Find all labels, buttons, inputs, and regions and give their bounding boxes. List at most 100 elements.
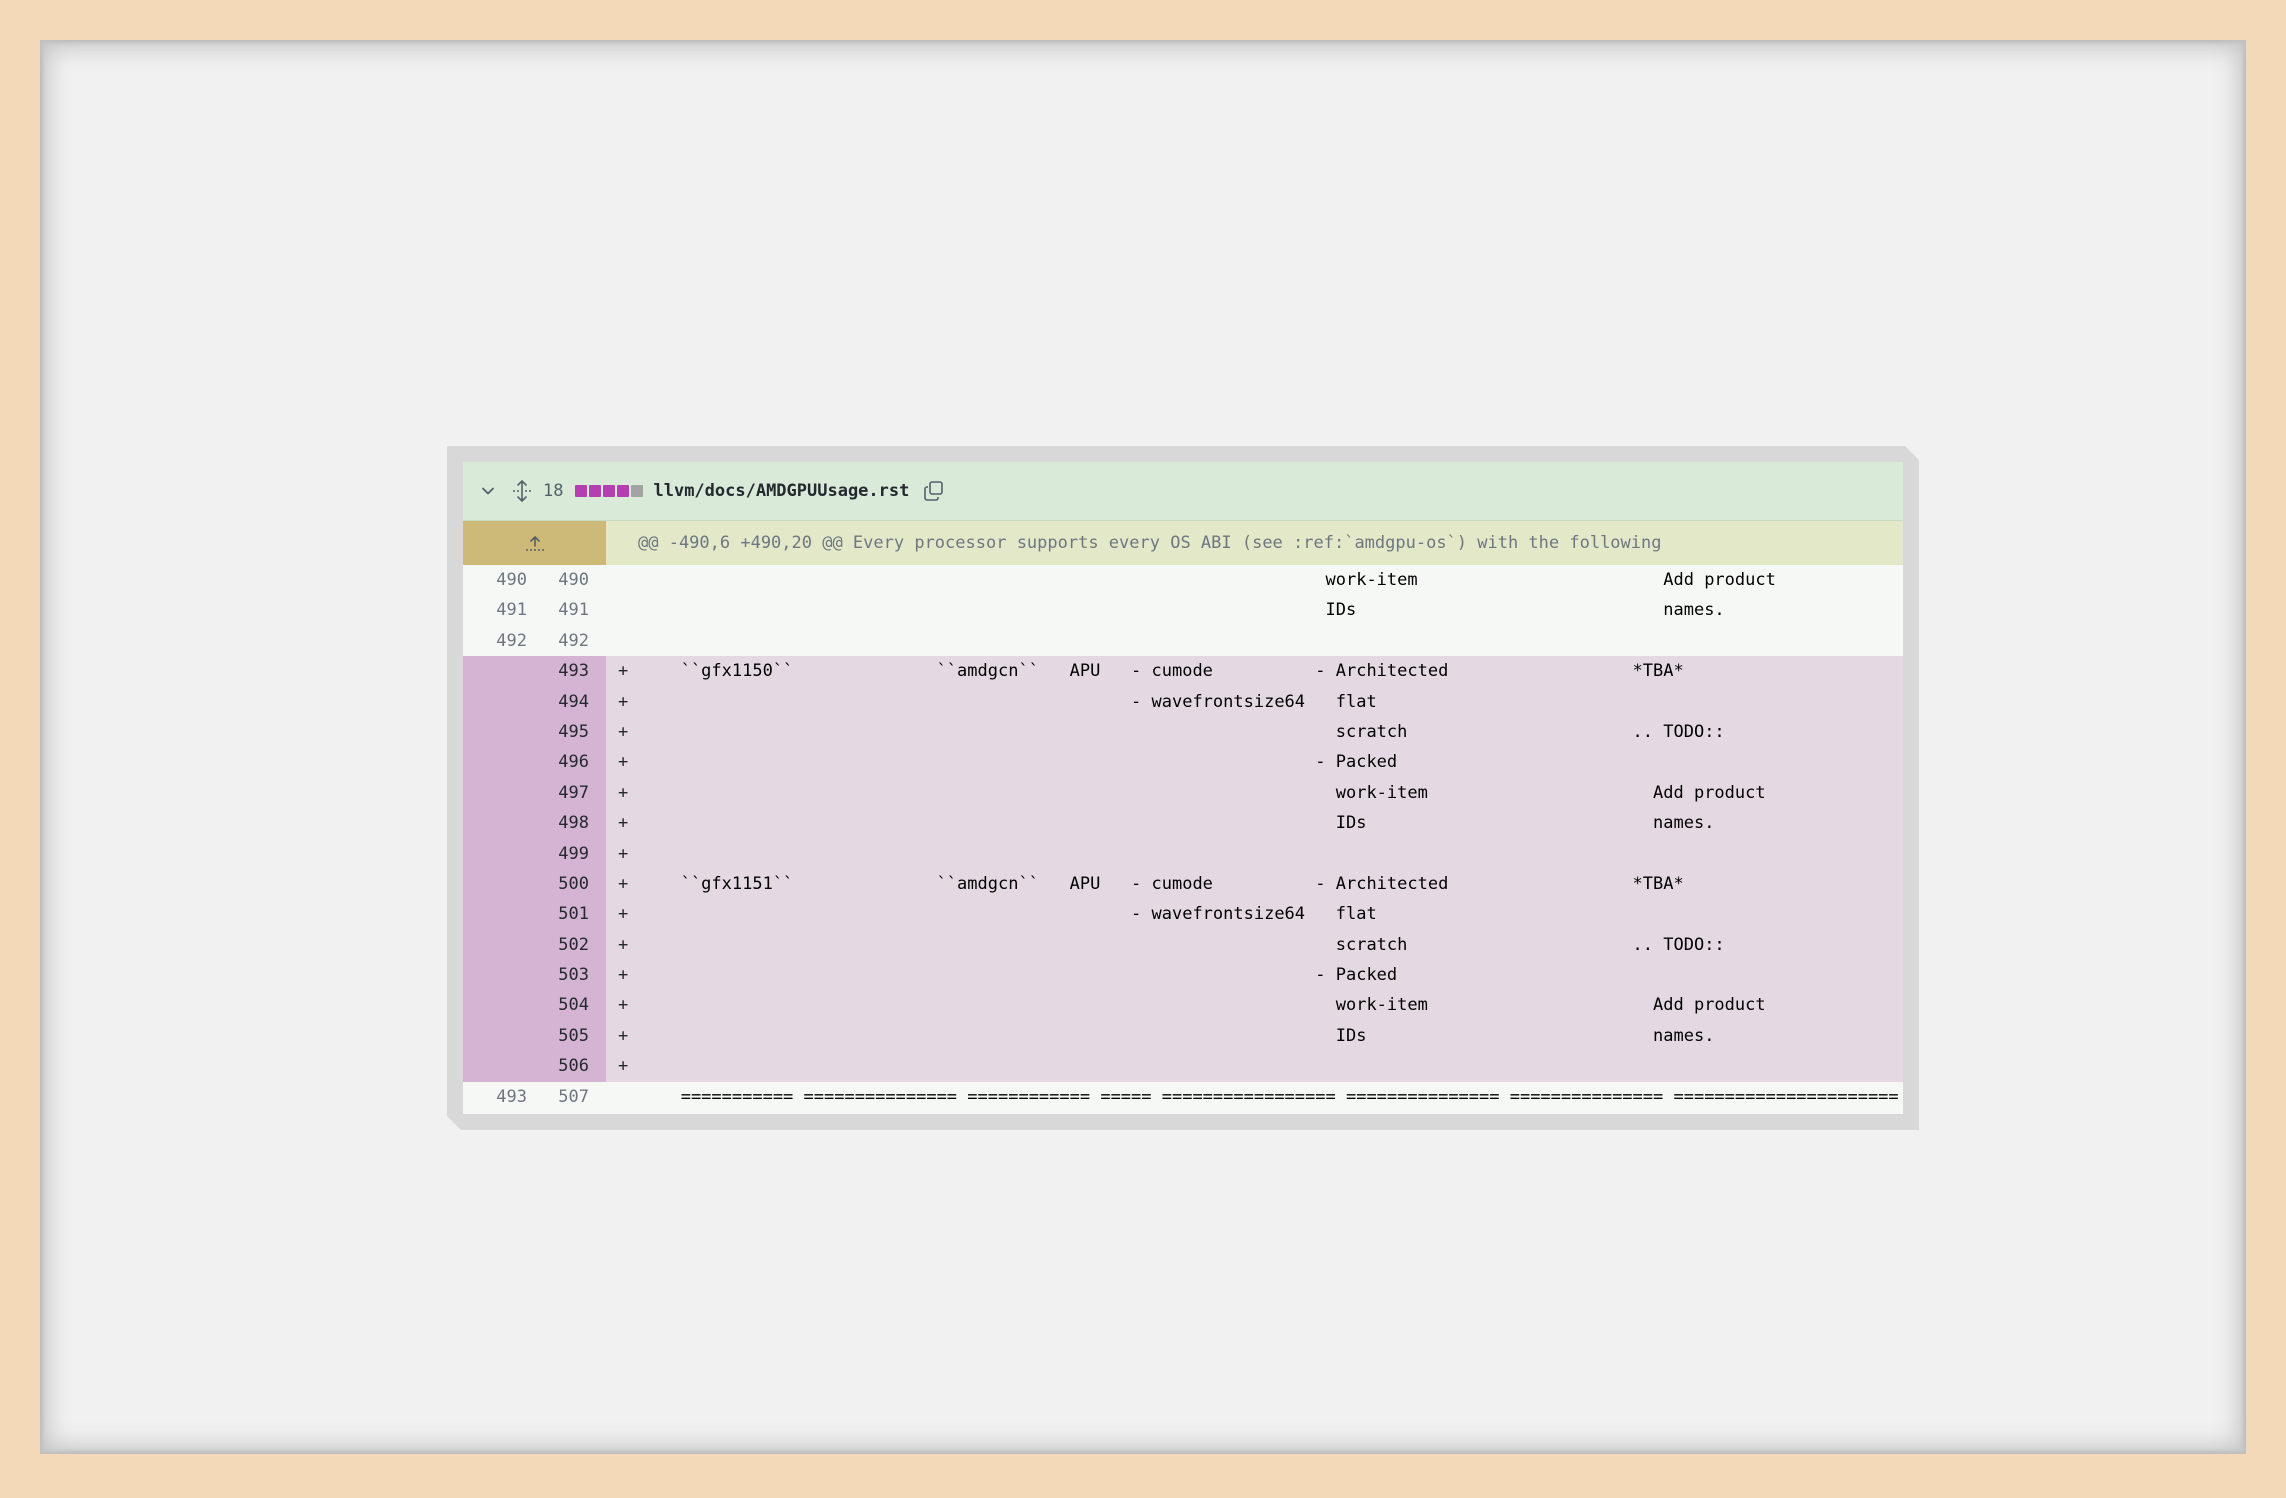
code-line: work-item Add product [650, 782, 1766, 803]
diff-line: 495 + scratch .. TODO:: [463, 717, 1903, 747]
diff-line: 499 + [463, 839, 1903, 869]
line-number-gutter: 502 [463, 930, 606, 960]
new-line-number[interactable]: 497 [527, 778, 589, 808]
diff-line: 502 + scratch .. TODO:: [463, 930, 1903, 960]
new-line-number[interactable]: 506 [527, 1051, 589, 1081]
line-number-gutter: 500 [463, 869, 606, 899]
old-line-number[interactable] [463, 839, 527, 869]
code-line: ``gfx1151`` ``amdgcn`` APU - cumode - Ar… [650, 873, 1684, 894]
line-number-gutter: 499 [463, 839, 606, 869]
copy-icon[interactable] [921, 478, 947, 504]
file-path[interactable]: llvm/docs/AMDGPUUsage.rst [653, 481, 909, 501]
diff-sign: + [618, 721, 629, 742]
diff-sign [606, 626, 640, 656]
diff-sign: + [618, 873, 629, 894]
line-number-gutter: 497 [463, 778, 606, 808]
old-line-number[interactable] [463, 899, 527, 929]
old-line-number[interactable] [463, 747, 527, 777]
new-line-number[interactable]: 503 [527, 960, 589, 990]
new-line-number[interactable]: 501 [527, 899, 589, 929]
diff-sign [606, 1082, 640, 1112]
old-line-number[interactable] [463, 930, 527, 960]
code-line: scratch .. TODO:: [650, 721, 1725, 742]
new-line-number[interactable]: 505 [527, 1021, 589, 1051]
new-line-number[interactable]: 499 [527, 839, 589, 869]
old-line-number[interactable]: 493 [463, 1082, 527, 1112]
code-line: - wavefrontsize64 flat [650, 691, 1377, 712]
old-line-number[interactable]: 491 [463, 595, 527, 625]
diffstat-bar [631, 485, 643, 497]
diff-sign: + [618, 752, 629, 773]
line-number-gutter: 501 [463, 899, 606, 929]
new-line-number[interactable]: 490 [527, 565, 589, 595]
line-number-gutter: 492 492 [463, 626, 606, 656]
old-line-number[interactable] [463, 687, 527, 717]
old-line-number[interactable] [463, 656, 527, 686]
file-header: 18 llvm/docs/AMDGPUUsage.rst [463, 462, 1903, 521]
line-number-gutter: 506 [463, 1051, 606, 1081]
diff-line: 498 + IDs names. [463, 808, 1903, 838]
diff-sign: + [618, 965, 629, 986]
code-line: work-item Add product [650, 995, 1766, 1016]
new-line-number[interactable]: 504 [527, 990, 589, 1020]
chevron-down-icon[interactable] [477, 480, 499, 502]
old-line-number[interactable]: 490 [463, 565, 527, 595]
diff-file-card: 18 llvm/docs/AMDGPUUsage.rst @@ -490,6 +… [463, 462, 1903, 1114]
new-line-number[interactable]: 492 [527, 626, 589, 656]
diff-lines: 490 490 work-item Add product 491 491 IDs [463, 565, 1903, 1112]
code-line: IDs names. [650, 1025, 1715, 1046]
new-line-number[interactable]: 496 [527, 747, 589, 777]
old-line-number[interactable] [463, 990, 527, 1020]
code-line: ``gfx1150`` ``amdgcn`` APU - cumode - Ar… [650, 661, 1684, 682]
hunk-header-row: @@ -490,6 +490,20 @@ Every processor sup… [463, 521, 1903, 565]
diff-line: 494 + - wavefrontsize64 flat [463, 687, 1903, 717]
old-line-number[interactable] [463, 717, 527, 747]
new-line-number[interactable]: 502 [527, 930, 589, 960]
line-number-gutter: 494 [463, 687, 606, 717]
new-line-number[interactable]: 507 [527, 1082, 589, 1112]
code-line: IDs names. [650, 813, 1715, 834]
diff-sign: + [618, 1056, 629, 1077]
line-number-gutter: 503 [463, 960, 606, 990]
diff-sign: + [618, 813, 629, 834]
new-line-number[interactable]: 491 [527, 595, 589, 625]
changes-count: 18 [543, 481, 564, 501]
diff-sign [606, 595, 640, 625]
line-number-gutter: 496 [463, 747, 606, 777]
diff-sign: + [618, 782, 629, 803]
old-line-number[interactable] [463, 1021, 527, 1051]
old-line-number[interactable] [463, 778, 527, 808]
diffstat-bar [603, 485, 615, 497]
new-line-number[interactable]: 493 [527, 656, 589, 686]
diff-line: 506 + [463, 1051, 1903, 1081]
old-line-number[interactable] [463, 1051, 527, 1081]
diff-sign: + [618, 661, 629, 682]
code-line: work-item Add product [650, 570, 1776, 590]
new-line-number[interactable]: 495 [527, 717, 589, 747]
picture-frame: 18 llvm/docs/AMDGPUUsage.rst @@ -490,6 +… [40, 40, 2246, 1454]
expand-up-button[interactable] [463, 521, 606, 565]
new-line-number[interactable]: 500 [527, 869, 589, 899]
move-vertical-icon[interactable] [509, 478, 535, 504]
new-line-number[interactable]: 498 [527, 808, 589, 838]
old-line-number[interactable] [463, 960, 527, 990]
diff-sign: + [618, 904, 629, 925]
diff-line: 500 + ``gfx1151`` ``amdgcn`` APU - cumode… [463, 869, 1903, 899]
diffstat-bar [589, 485, 601, 497]
diff-line: 497 + work-item Add product [463, 778, 1903, 808]
line-number-gutter: 505 [463, 1021, 606, 1051]
code-line: scratch .. TODO:: [650, 934, 1725, 955]
code-line: - Packed [650, 965, 1398, 986]
diff-line: 493 507 =========== =============== =====… [463, 1082, 1903, 1112]
expand-up-icon [524, 533, 546, 553]
diff-sign: + [618, 995, 629, 1016]
old-line-number[interactable]: 492 [463, 626, 527, 656]
diff-line: 491 491 IDs names. [463, 595, 1903, 625]
diffstat-bar [617, 485, 629, 497]
old-line-number[interactable] [463, 869, 527, 899]
code-line: =========== =============== ============… [650, 1086, 1899, 1107]
old-line-number[interactable] [463, 808, 527, 838]
new-line-number[interactable]: 494 [527, 687, 589, 717]
